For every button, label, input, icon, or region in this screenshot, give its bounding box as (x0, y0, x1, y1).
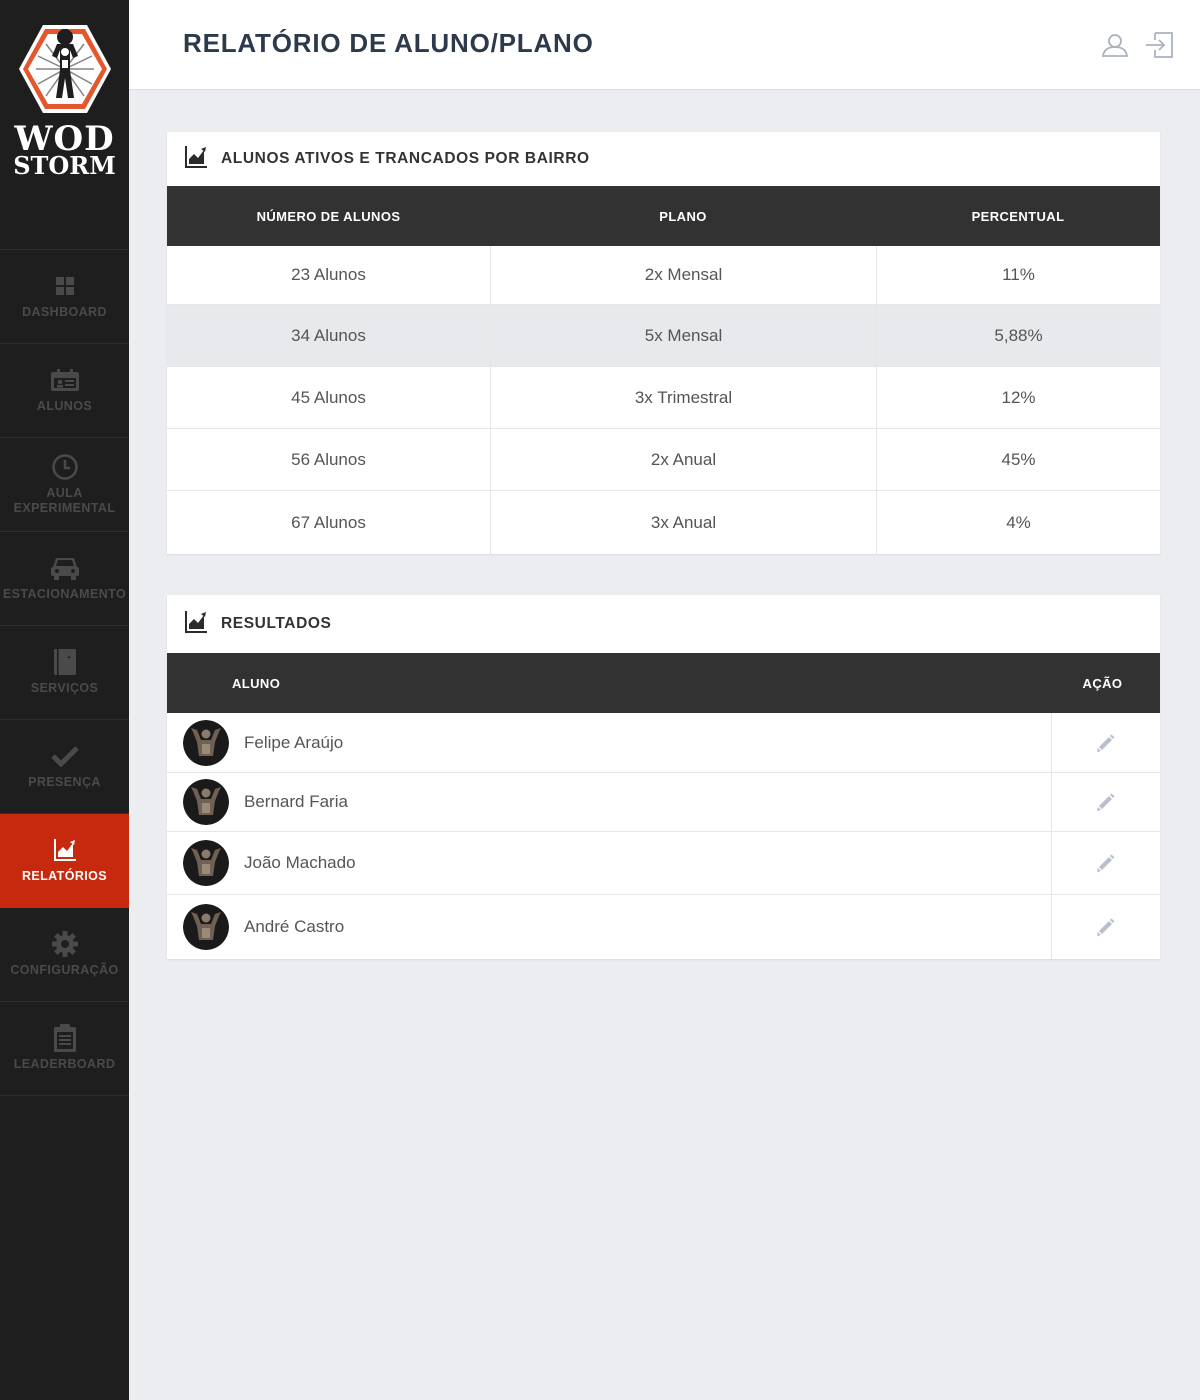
logo[interactable]: WOD STORM (0, 0, 129, 250)
pencil-icon[interactable] (1096, 853, 1116, 873)
pencil-icon[interactable] (1096, 792, 1116, 812)
results-card: RESULTADOS ALUNO AÇÃO Felipe Araújo Bern… (167, 595, 1160, 959)
student-name: André Castro (244, 917, 345, 936)
chart-icon (185, 145, 207, 173)
table-row: João Machado (167, 832, 1160, 895)
sidebar-item-label: ESTACIONAMENTO (2, 587, 127, 601)
sidebar-item-configuracao[interactable]: CONFIGURAÇÃO (0, 908, 129, 1002)
table-row: 56 Alunos 2x Anual 45% (167, 429, 1160, 491)
card-title: RESULTADOS (221, 615, 332, 632)
logo-emblem-icon (18, 25, 111, 113)
action-cell (1051, 895, 1160, 959)
table-row: 45 Alunos 3x Trimestral 12% (167, 367, 1160, 429)
cell-plano: 2x Mensal (490, 246, 876, 304)
logout-icon[interactable] (1144, 30, 1174, 60)
page-title: RELATÓRIO DE ALUNO/PLANO (183, 28, 594, 58)
chart-icon (185, 610, 207, 638)
student-cell[interactable]: João Machado (167, 832, 1051, 894)
sidebar-item-servicos[interactable]: SERVIÇOS (0, 626, 129, 720)
action-cell (1051, 832, 1160, 894)
cell-percentual: 4% (876, 491, 1160, 554)
table-row: 67 Alunos 3x Anual 4% (167, 491, 1160, 554)
student-cell[interactable]: André Castro (167, 895, 1051, 959)
card-header: ALUNOS ATIVOS E TRANCADOS POR BAIRRO (167, 132, 1160, 186)
cell-alunos: 45 Alunos (291, 387, 366, 407)
user-icon[interactable] (1100, 30, 1130, 60)
sidebar-item-presenca[interactable]: PRESENÇA (0, 720, 129, 814)
clipboard-icon (51, 1024, 79, 1052)
cell-alunos: 56 Alunos (291, 449, 366, 469)
avatar (183, 719, 229, 766)
sidebar-item-label: AULA EXPERIMENTAL (13, 485, 116, 515)
column-header-alunos[interactable]: NÚMERO DE ALUNOS (167, 209, 490, 224)
avatar (183, 840, 229, 886)
report-card: ALUNOS ATIVOS E TRANCADOS POR BAIRRO NÚM… (167, 132, 1160, 554)
pencil-icon[interactable] (1096, 733, 1116, 753)
id-card-icon (50, 367, 79, 393)
book-icon (51, 649, 79, 675)
table-header: ALUNO AÇÃO (167, 653, 1160, 713)
table-row: 34 Alunos 5x Mensal 5,88% (167, 305, 1160, 367)
cell-alunos: 34 Alunos (291, 325, 366, 345)
card-title: ALUNOS ATIVOS E TRANCADOS POR BAIRRO (221, 150, 590, 167)
chart-icon (51, 837, 79, 863)
gear-icon (51, 931, 79, 957)
avatar (183, 904, 229, 950)
sidebar-item-label: LEADERBOARD (13, 1057, 116, 1071)
column-header-percentual[interactable]: PERCENTUAL (876, 209, 1160, 224)
sidebar-item-dashboard[interactable]: DASHBOARD (0, 250, 129, 344)
student-cell[interactable]: Felipe Araújo (167, 713, 1051, 772)
sidebar-item-relatorios[interactable]: RELATÓRIOS (0, 814, 129, 908)
card-header: RESULTADOS (167, 595, 1160, 653)
cell-percentual: 11% (876, 246, 1160, 304)
check-icon (50, 743, 79, 769)
cell-plano: 3x Anual (490, 491, 876, 554)
cell-plano: 5x Mensal (490, 305, 876, 366)
avatar (183, 779, 229, 825)
cell-percentual: 45% (876, 429, 1160, 490)
table-row: Bernard Faria (167, 773, 1160, 832)
sidebar-item-aula-experimental[interactable]: AULA EXPERIMENTAL (0, 438, 129, 532)
sidebar-item-leaderboard[interactable]: LEADERBOARD (0, 1002, 129, 1096)
sidebar: WOD STORM DASHBOARD ALUNOS AULA EXPERIME… (0, 0, 129, 1400)
cell-percentual: 5,88% (876, 305, 1160, 366)
student-cell[interactable]: Bernard Faria (167, 773, 1051, 831)
cell-plano: 2x Anual (490, 429, 876, 490)
brand-wordmark: WOD STORM (13, 116, 116, 178)
sidebar-item-label: CONFIGURAÇÃO (10, 963, 119, 977)
header-actions (1100, 30, 1174, 60)
top-header: RELATÓRIO DE ALUNO/PLANO (129, 0, 1200, 90)
sidebar-item-label: ALUNOS (36, 399, 93, 413)
column-header-aluno[interactable]: ALUNO (167, 676, 1051, 691)
column-header-plano[interactable]: PLANO (490, 209, 876, 224)
table-row: 23 Alunos 2x Mensal 11% (167, 246, 1160, 305)
sidebar-item-label: DASHBOARD (22, 305, 107, 319)
pencil-icon[interactable] (1096, 917, 1116, 937)
sidebar-item-alunos[interactable]: ALUNOS (0, 344, 129, 438)
grid-icon (51, 273, 79, 299)
action-cell (1051, 773, 1160, 831)
cell-plano: 3x Trimestral (490, 367, 876, 428)
sidebar-item-label: PRESENÇA (28, 775, 101, 789)
cell-percentual: 12% (876, 367, 1160, 428)
sidebar-item-label: SERVIÇOS (30, 681, 99, 695)
cell-alunos: 23 Alunos (291, 265, 366, 284)
table-header: NÚMERO DE ALUNOS PLANO PERCENTUAL (167, 186, 1160, 246)
student-name: Bernard Faria (244, 792, 348, 811)
table-row: Felipe Araújo (167, 713, 1160, 773)
cell-alunos: 67 Alunos (291, 512, 366, 532)
sidebar-item-label: RELATÓRIOS (21, 869, 108, 883)
sidebar-item-estacionamento[interactable]: ESTACIONAMENTO (0, 532, 129, 626)
brand-line2: STORM (13, 151, 116, 180)
action-cell (1051, 713, 1160, 772)
student-name: João Machado (244, 853, 356, 872)
column-header-acao[interactable]: AÇÃO (1051, 676, 1160, 691)
student-name: Felipe Araújo (244, 732, 344, 752)
car-icon (50, 555, 79, 581)
clock-icon (51, 453, 79, 480)
table-row: André Castro (167, 895, 1160, 959)
